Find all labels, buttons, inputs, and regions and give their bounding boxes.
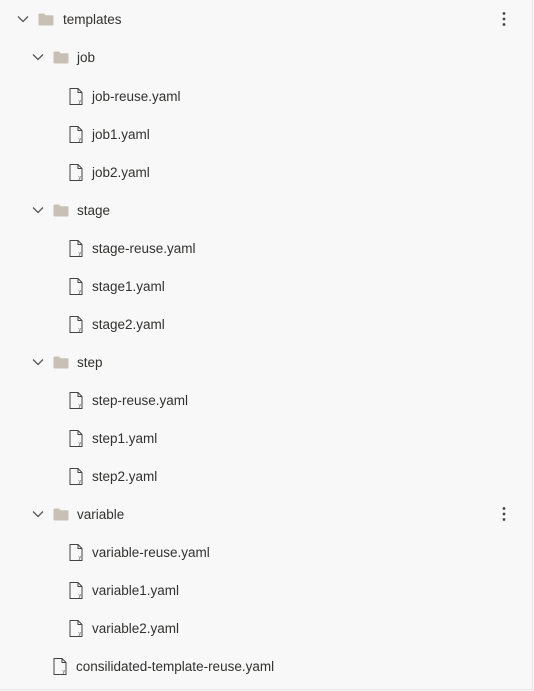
tree-file-label: step1.yaml <box>92 430 158 446</box>
tree-file-variable-reuse[interactable]: y variable-reuse.yaml <box>0 535 532 569</box>
folder-icon <box>53 203 69 217</box>
file-tree: templates job y job-reuse.yaml y job1.ya… <box>0 0 533 690</box>
tree-folder-step[interactable]: step <box>0 345 532 379</box>
tree-file-label: variable2.yaml <box>92 620 180 636</box>
chevron-down-icon[interactable] <box>31 50 45 64</box>
tree-folder-variable[interactable]: variable <box>0 497 532 531</box>
tree-file-label: variable1.yaml <box>92 582 180 598</box>
tree-file-stage-reuse[interactable]: y stage-reuse.yaml <box>0 231 532 265</box>
tree-file-stage1[interactable]: y stage1.yaml <box>0 269 532 303</box>
file-icon: y <box>68 429 84 447</box>
tree-folder-templates[interactable]: templates <box>0 2 532 36</box>
tree-folder-label: step <box>77 354 103 370</box>
more-options-icon[interactable] <box>496 9 512 29</box>
chevron-down-icon[interactable] <box>16 12 30 26</box>
file-icon: y <box>68 619 84 637</box>
tree-folder-label: variable <box>77 506 125 522</box>
tree-file-label: stage-reuse.yaml <box>92 240 196 256</box>
tree-file-label: stage2.yaml <box>92 316 165 332</box>
tree-file-variable1[interactable]: y variable1.yaml <box>0 573 532 607</box>
file-icon: y <box>68 277 84 295</box>
tree-file-job-reuse[interactable]: y job-reuse.yaml <box>0 79 532 113</box>
file-icon: y <box>68 543 84 561</box>
chevron-down-icon[interactable] <box>31 355 45 369</box>
file-icon: y <box>68 315 84 333</box>
file-icon: y <box>68 125 84 143</box>
folder-icon <box>53 507 69 521</box>
chevron-down-icon[interactable] <box>31 507 45 521</box>
tree-folder-job[interactable]: job <box>0 40 532 74</box>
file-icon: y <box>52 657 68 675</box>
folder-icon <box>53 355 69 369</box>
tree-file-job1[interactable]: y job1.yaml <box>0 117 532 151</box>
more-options-icon[interactable] <box>496 504 512 524</box>
tree-file-label: stage1.yaml <box>92 278 165 294</box>
folder-icon <box>53 50 69 64</box>
folder-icon <box>38 12 54 26</box>
tree-file-label: job-reuse.yaml <box>92 88 181 104</box>
tree-file-label: job1.yaml <box>92 126 150 142</box>
tree-file-label: step2.yaml <box>92 468 158 484</box>
tree-folder-label: templates <box>63 11 122 27</box>
tree-file-stage2[interactable]: y stage2.yaml <box>0 307 532 341</box>
tree-folder-label: job <box>77 49 96 65</box>
tree-file-label: step-reuse.yaml <box>92 392 189 408</box>
tree-folder-stage[interactable]: stage <box>0 193 532 227</box>
tree-file-step1[interactable]: y step1.yaml <box>0 421 532 455</box>
tree-file-label: consilidated-template-reuse.yaml <box>76 658 275 674</box>
tree-file-job2[interactable]: y job2.yaml <box>0 155 532 189</box>
tree-folder-label: stage <box>77 202 111 218</box>
tree-file-label: variable-reuse.yaml <box>92 544 210 560</box>
chevron-down-icon[interactable] <box>31 203 45 217</box>
file-icon: y <box>68 467 84 485</box>
file-icon: y <box>68 163 84 181</box>
tree-file-step2[interactable]: y step2.yaml <box>0 459 532 493</box>
tree-file-label: job2.yaml <box>92 164 150 180</box>
file-icon: y <box>68 391 84 409</box>
tree-file-variable2[interactable]: y variable2.yaml <box>0 611 532 645</box>
tree-file-step-reuse[interactable]: y step-reuse.yaml <box>0 383 532 417</box>
file-icon: y <box>68 581 84 599</box>
tree-file-consilidated-template-reuse[interactable]: y consilidated-template-reuse.yaml <box>0 649 532 683</box>
file-icon: y <box>68 87 84 105</box>
file-icon: y <box>68 239 84 257</box>
